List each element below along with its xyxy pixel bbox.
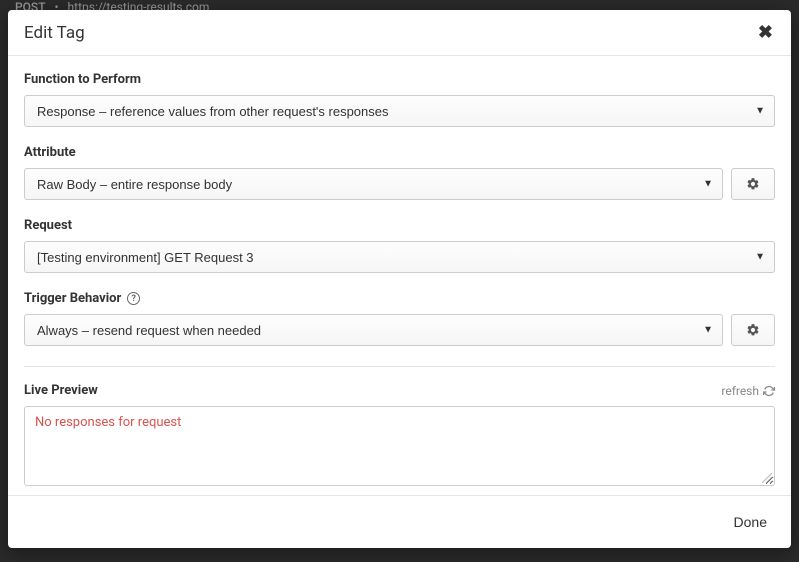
function-select-value: Response – reference values from other r… — [37, 104, 389, 119]
request-label: Request — [24, 218, 775, 233]
modal-body: Function to Perform Response – reference… — [8, 56, 791, 495]
preview-box[interactable]: No responses for request — [24, 406, 775, 486]
request-select-value: [Testing environment] GET Request 3 — [37, 250, 254, 265]
function-field: Function to Perform Response – reference… — [24, 72, 775, 127]
resize-handle-icon — [762, 473, 772, 483]
trigger-label-text: Trigger Behavior — [24, 291, 121, 306]
refresh-icon — [763, 385, 775, 397]
trigger-settings-button[interactable] — [731, 314, 775, 346]
trigger-select-wrap: Always – resend request when needed ▼ — [24, 314, 723, 346]
live-preview-section: Live Preview refresh No responses for re… — [24, 383, 775, 486]
gear-icon — [746, 323, 760, 337]
refresh-label: refresh — [721, 384, 759, 398]
trigger-select[interactable]: Always – resend request when needed — [24, 314, 723, 346]
attribute-select-value: Raw Body – entire response body — [37, 177, 232, 192]
trigger-label: Trigger Behavior ? — [24, 291, 775, 306]
divider — [24, 366, 775, 367]
preview-label: Live Preview — [24, 383, 98, 398]
preview-header: Live Preview refresh — [24, 383, 775, 398]
function-label: Function to Perform — [24, 72, 775, 87]
close-icon: ✖ — [758, 22, 773, 42]
request-select[interactable]: [Testing environment] GET Request 3 — [24, 241, 775, 273]
trigger-select-value: Always – resend request when needed — [37, 323, 261, 338]
attribute-settings-button[interactable] — [731, 168, 775, 200]
close-button[interactable]: ✖ — [756, 22, 775, 43]
request-field: Request [Testing environment] GET Reques… — [24, 218, 775, 273]
function-select-wrap: Response – reference values from other r… — [24, 95, 775, 127]
refresh-button[interactable]: refresh — [721, 384, 775, 398]
attribute-select-wrap: Raw Body – entire response body ▼ — [24, 168, 723, 200]
done-button[interactable]: Done — [726, 510, 775, 534]
help-icon[interactable]: ? — [127, 292, 140, 305]
attribute-label: Attribute — [24, 145, 775, 160]
trigger-field: Trigger Behavior ? Always – resend reque… — [24, 291, 775, 346]
attribute-field: Attribute Raw Body – entire response bod… — [24, 145, 775, 200]
preview-content: No responses for request — [35, 415, 181, 430]
attribute-select[interactable]: Raw Body – entire response body — [24, 168, 723, 200]
modal-header: Edit Tag ✖ — [8, 10, 791, 56]
gear-icon — [746, 177, 760, 191]
modal-title: Edit Tag — [24, 23, 85, 43]
request-select-wrap: [Testing environment] GET Request 3 ▼ — [24, 241, 775, 273]
modal-footer: Done — [8, 495, 791, 548]
function-select[interactable]: Response – reference values from other r… — [24, 95, 775, 127]
edit-tag-modal: Edit Tag ✖ Function to Perform Response … — [8, 10, 791, 548]
